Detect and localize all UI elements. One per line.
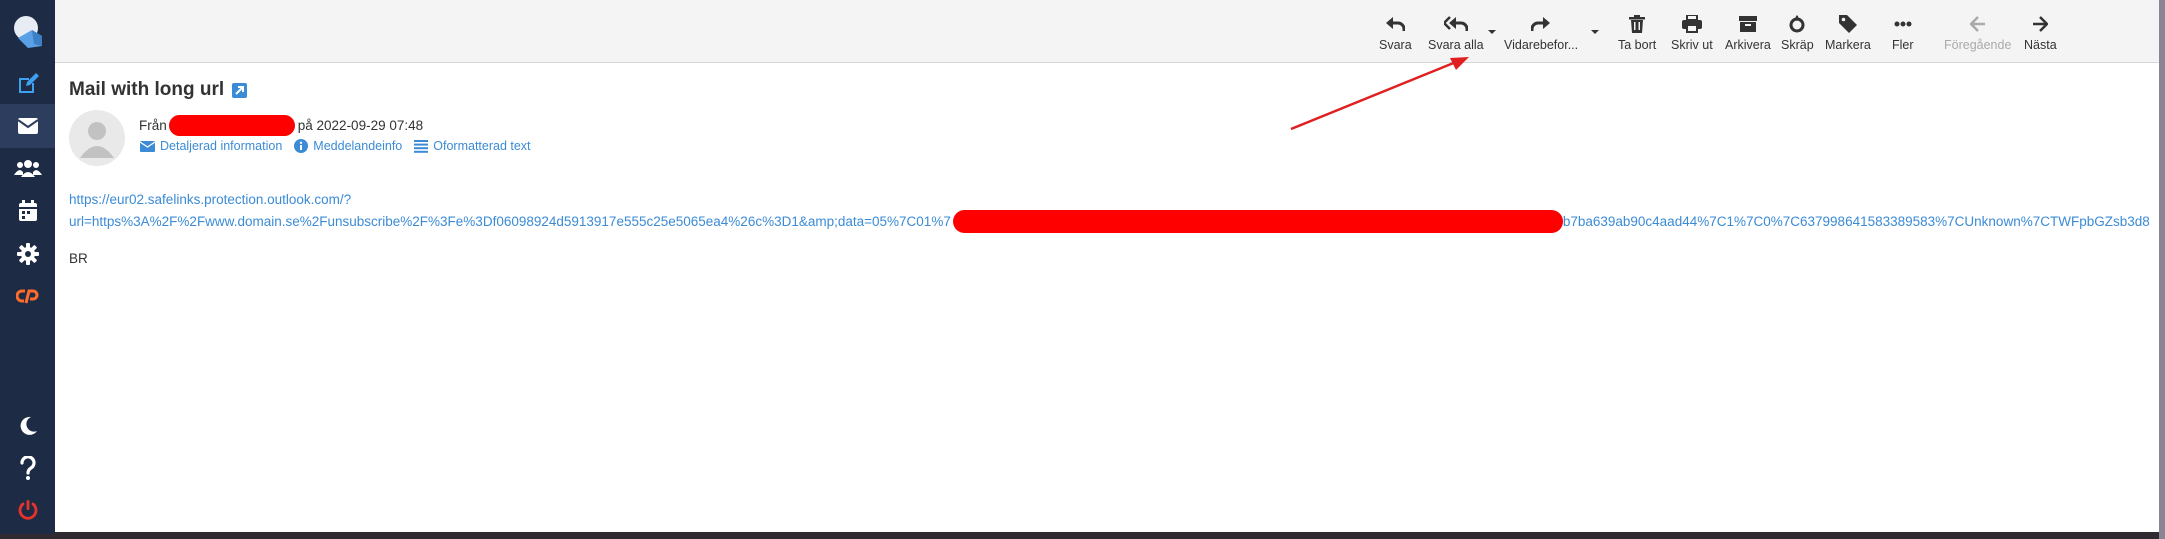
sidebar-item-dark-mode[interactable] (0, 404, 55, 448)
calendar-icon (18, 200, 37, 221)
forward-button[interactable]: Vidarebefor... (1504, 10, 1578, 58)
message-date: på 2022-09-29 07:48 (297, 118, 424, 133)
logo-icon (13, 16, 42, 48)
contacts-icon (13, 160, 42, 177)
arrow-left-icon (1969, 16, 1985, 32)
archive-button[interactable]: Arkivera (1725, 10, 1771, 58)
open-in-new-window-icon[interactable] (232, 82, 248, 98)
print-icon (1681, 15, 1702, 33)
sidebar-item-compose[interactable] (0, 62, 55, 106)
message-toolbar: Svara Svara alla Vidarebefor... Ta bort (55, 0, 2159, 63)
reply-all-icon (1443, 16, 1468, 31)
previous-button[interactable]: Föregående (1944, 10, 2011, 58)
body-link-line-2-start: url=https%3A%2F%2Fwww.domain.se%2Funsubs… (69, 214, 951, 229)
reply-all-dropdown-icon[interactable] (1487, 29, 1497, 35)
from-line: Från på 2022-09-29 07:48 (139, 115, 423, 136)
person-icon (80, 122, 114, 158)
tag-icon (1838, 15, 1857, 33)
message-view: Svara Svara alla Vidarebefor... Ta bort (55, 0, 2159, 532)
body-link-line-2-end: b7ba639ab90c4aad44%7C1%7C0%7C63799864158… (1562, 214, 2150, 229)
cpanel-icon (15, 289, 38, 304)
archive-icon (1738, 16, 1757, 32)
subject-text: Mail with long url (69, 79, 225, 100)
sender-avatar (69, 110, 125, 166)
mark-label: Markera (1825, 38, 1871, 52)
sidebar-item-contacts[interactable] (0, 146, 55, 190)
sidebar-item-mail[interactable] (0, 104, 55, 148)
body-link-line-1: https://eur02.safelinks.protection.outlo… (69, 192, 352, 207)
sidebar-item-calendar[interactable] (0, 189, 55, 233)
junk-button[interactable]: Skräp (1781, 10, 1814, 58)
url-redaction (952, 210, 1563, 233)
compose-icon (18, 73, 39, 93)
delete-button[interactable]: Ta bort (1618, 10, 1656, 58)
sender-redaction (168, 115, 295, 136)
reply-label: Svara (1379, 38, 1412, 52)
sidebar-item-help[interactable] (0, 446, 55, 490)
message-subject: Mail with long url (69, 79, 248, 101)
moon-icon (20, 416, 37, 435)
reply-all-label: Svara alla (1428, 38, 1484, 52)
forward-label: Vidarebefor... (1504, 38, 1579, 52)
mark-button[interactable]: Markera (1825, 10, 1871, 58)
sidebar-item-cpanel[interactable] (0, 274, 55, 318)
window-edge (2159, 0, 2165, 539)
next-label: Nästa (2024, 38, 2057, 52)
more-icon (1894, 21, 1912, 27)
header-links: Detaljerad information Meddelandeinfo Of… (140, 139, 531, 153)
junk-icon (1789, 15, 1805, 33)
message-info-link-label: Meddelandeinfo (313, 139, 403, 153)
next-button[interactable]: Nästa (2024, 10, 2057, 58)
plain-text-link-label: Oformatterad text (433, 139, 531, 153)
sidebar-item-settings[interactable] (0, 232, 55, 276)
sidebar (0, 0, 55, 534)
app-logo[interactable] (0, 10, 55, 54)
gear-icon (16, 243, 39, 265)
junk-label: Skräp (1781, 38, 1814, 52)
previous-label: Föregående (1944, 38, 2012, 52)
text-lines-icon (414, 139, 429, 153)
arrow-right-icon (2033, 16, 2049, 32)
help-icon (19, 456, 36, 480)
trash-icon (1629, 15, 1646, 33)
reply-all-button[interactable]: Svara alla (1428, 10, 1484, 58)
delete-label: Ta bort (1618, 38, 1657, 52)
from-prefix: Från (139, 118, 167, 133)
envelope-icon (140, 140, 155, 152)
power-icon (18, 500, 37, 520)
sidebar-item-logout[interactable] (0, 488, 55, 532)
more-label: Fler (1892, 38, 1914, 52)
info-icon (294, 139, 309, 153)
message-info-link[interactable]: Meddelandeinfo (294, 139, 402, 153)
more-button[interactable]: Fler (1892, 10, 1914, 58)
body-text: BR (69, 251, 88, 266)
forward-dropdown-icon[interactable] (1590, 29, 1600, 35)
reply-icon (1386, 17, 1406, 31)
forward-icon (1531, 17, 1551, 31)
details-link-label: Detaljerad information (160, 139, 283, 153)
envelope-icon (16, 118, 39, 134)
body-link-line-2: url=https%3A%2F%2Fwww.domain.se%2Funsubs… (69, 210, 2150, 233)
print-button[interactable]: Skriv ut (1671, 10, 1713, 58)
print-label: Skriv ut (1671, 38, 1713, 52)
details-link[interactable]: Detaljerad information (140, 139, 282, 153)
plain-text-link[interactable]: Oformatterad text (414, 139, 531, 153)
body-link[interactable]: https://eur02.safelinks.protection.outlo… (69, 189, 2150, 233)
archive-label: Arkivera (1725, 38, 1771, 52)
reply-button[interactable]: Svara (1379, 10, 1412, 58)
